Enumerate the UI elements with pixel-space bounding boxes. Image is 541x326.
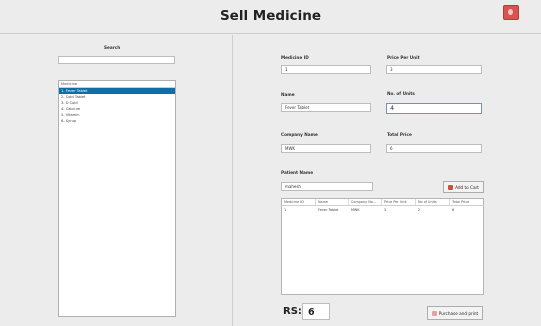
- no-of-units-field[interactable]: 4: [386, 103, 482, 114]
- column-header[interactable]: Price Per Unit: [382, 199, 416, 206]
- table-cell: MWK: [351, 208, 360, 212]
- no-of-units-label: No. of Units: [387, 91, 415, 96]
- column-header[interactable]: Name: [316, 199, 349, 206]
- search-input[interactable]: [58, 56, 175, 64]
- table-cell: 6: [452, 208, 455, 212]
- list-item[interactable]: 6- Syrup: [59, 118, 175, 124]
- table-cell: 3: [384, 208, 387, 212]
- purchase-and-print-label: Purchase and print: [438, 310, 479, 316]
- list-header: Medicine: [59, 81, 175, 88]
- price-per-unit-field[interactable]: 3: [386, 65, 482, 74]
- company-name-field[interactable]: MWK: [281, 144, 371, 153]
- cart-table[interactable]: Medicine ID Name Company Na... Price Per…: [281, 198, 484, 295]
- medicine-id-label: Medicine ID: [281, 55, 309, 60]
- cart-icon: [448, 184, 454, 190]
- total-amount-field: 6: [302, 303, 330, 320]
- column-header[interactable]: No of Units: [416, 199, 450, 206]
- add-to-cart-button[interactable]: Add to Cart: [443, 181, 484, 193]
- total-price-field[interactable]: 6: [386, 144, 482, 153]
- panel-divider: [232, 35, 233, 326]
- close-button[interactable]: [503, 5, 519, 20]
- column-header[interactable]: Total Price: [450, 199, 484, 206]
- column-header[interactable]: Medicine ID: [282, 199, 316, 206]
- total-price-label: Total Price: [387, 132, 412, 137]
- purchase-and-print-button[interactable]: Purchase and print: [427, 306, 483, 320]
- medicine-id-field[interactable]: 1: [281, 65, 371, 74]
- table-cell: Fever Tablet: [318, 208, 339, 212]
- print-icon: [431, 310, 437, 316]
- table-cell: 2: [418, 208, 421, 212]
- price-per-unit-label: Price Per Unit: [387, 55, 420, 60]
- column-header[interactable]: Company Na...: [349, 199, 382, 206]
- title-divider: [0, 33, 541, 34]
- medicine-list[interactable]: Medicine 1- Fever Tablet 2- Cold Tablet …: [58, 80, 176, 317]
- name-field[interactable]: Fever Tablet: [281, 103, 371, 112]
- total-label: RS:: [283, 306, 302, 317]
- search-label: Search: [104, 45, 121, 50]
- name-label: Name: [281, 92, 295, 97]
- patient-name-label: Patient Name: [281, 170, 314, 175]
- table-cell: 1: [284, 208, 287, 212]
- add-to-cart-label: Add to Cart: [455, 184, 479, 190]
- page-title: Sell Medicine: [219, 8, 322, 24]
- company-name-label: Company Name: [281, 132, 318, 137]
- patient-name-field[interactable]: mahesh: [281, 182, 373, 191]
